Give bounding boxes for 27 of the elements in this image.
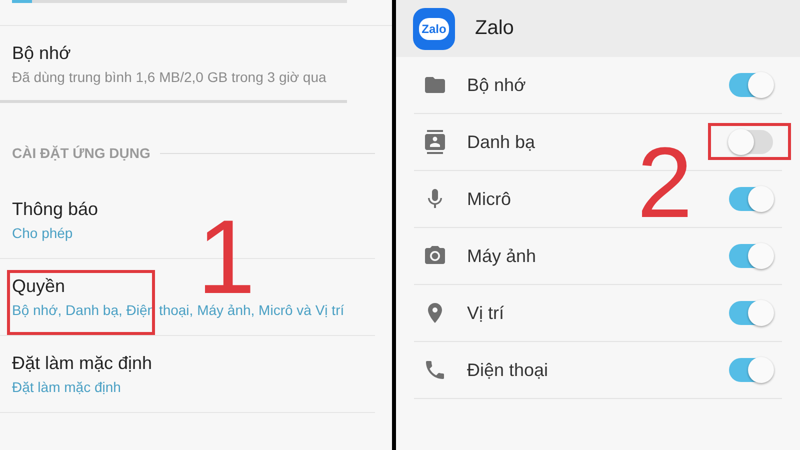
item-title: Quyền — [12, 275, 66, 298]
toggle-switch[interactable] — [729, 130, 773, 154]
item-title: Thông báo — [12, 198, 98, 221]
permission-label: Bộ nhớ — [467, 74, 527, 96]
step-number: 2 — [637, 133, 693, 233]
toggle-switch[interactable] — [729, 187, 773, 211]
item-subtitle: Đã dùng trung bình 1,6 MB/2,0 GB trong 3 giờ qua — [12, 68, 326, 87]
toggle-switch[interactable] — [729, 73, 773, 97]
app-name: Zalo — [475, 17, 514, 40]
permission-label: Danh bạ — [467, 132, 536, 152]
phone-icon — [423, 358, 447, 382]
contact-card-icon — [423, 130, 447, 154]
settings-item[interactable]: Bộ nhớ Đã dùng trung bình 1,6 MB/2,0 GB trong 3 giờ qua — [0, 26, 347, 103]
section-header: CÀI ĐẶT ỨNG DỤNG — [12, 144, 150, 163]
permission-label: Vị trí — [467, 302, 506, 324]
toggle-switch[interactable] — [729, 358, 773, 382]
toggle-switch[interactable] — [729, 301, 773, 325]
permission-label: Điện thoại — [467, 360, 550, 380]
settings-item[interactable]: Đặt làm mặc định Đặt làm mặc định — [0, 336, 375, 413]
app-logo: Zalo — [413, 8, 455, 50]
item-subtitle: Cho phép — [12, 224, 73, 243]
permission-label: Máy ảnh — [467, 246, 538, 266]
permission-label: Micrô — [467, 188, 512, 210]
toggle-switch[interactable] — [729, 244, 773, 268]
item-subtitle: Đặt làm mặc định — [12, 378, 121, 397]
item-title: Đặt làm mặc định — [12, 352, 152, 375]
item-title: Bộ nhớ — [12, 42, 71, 65]
